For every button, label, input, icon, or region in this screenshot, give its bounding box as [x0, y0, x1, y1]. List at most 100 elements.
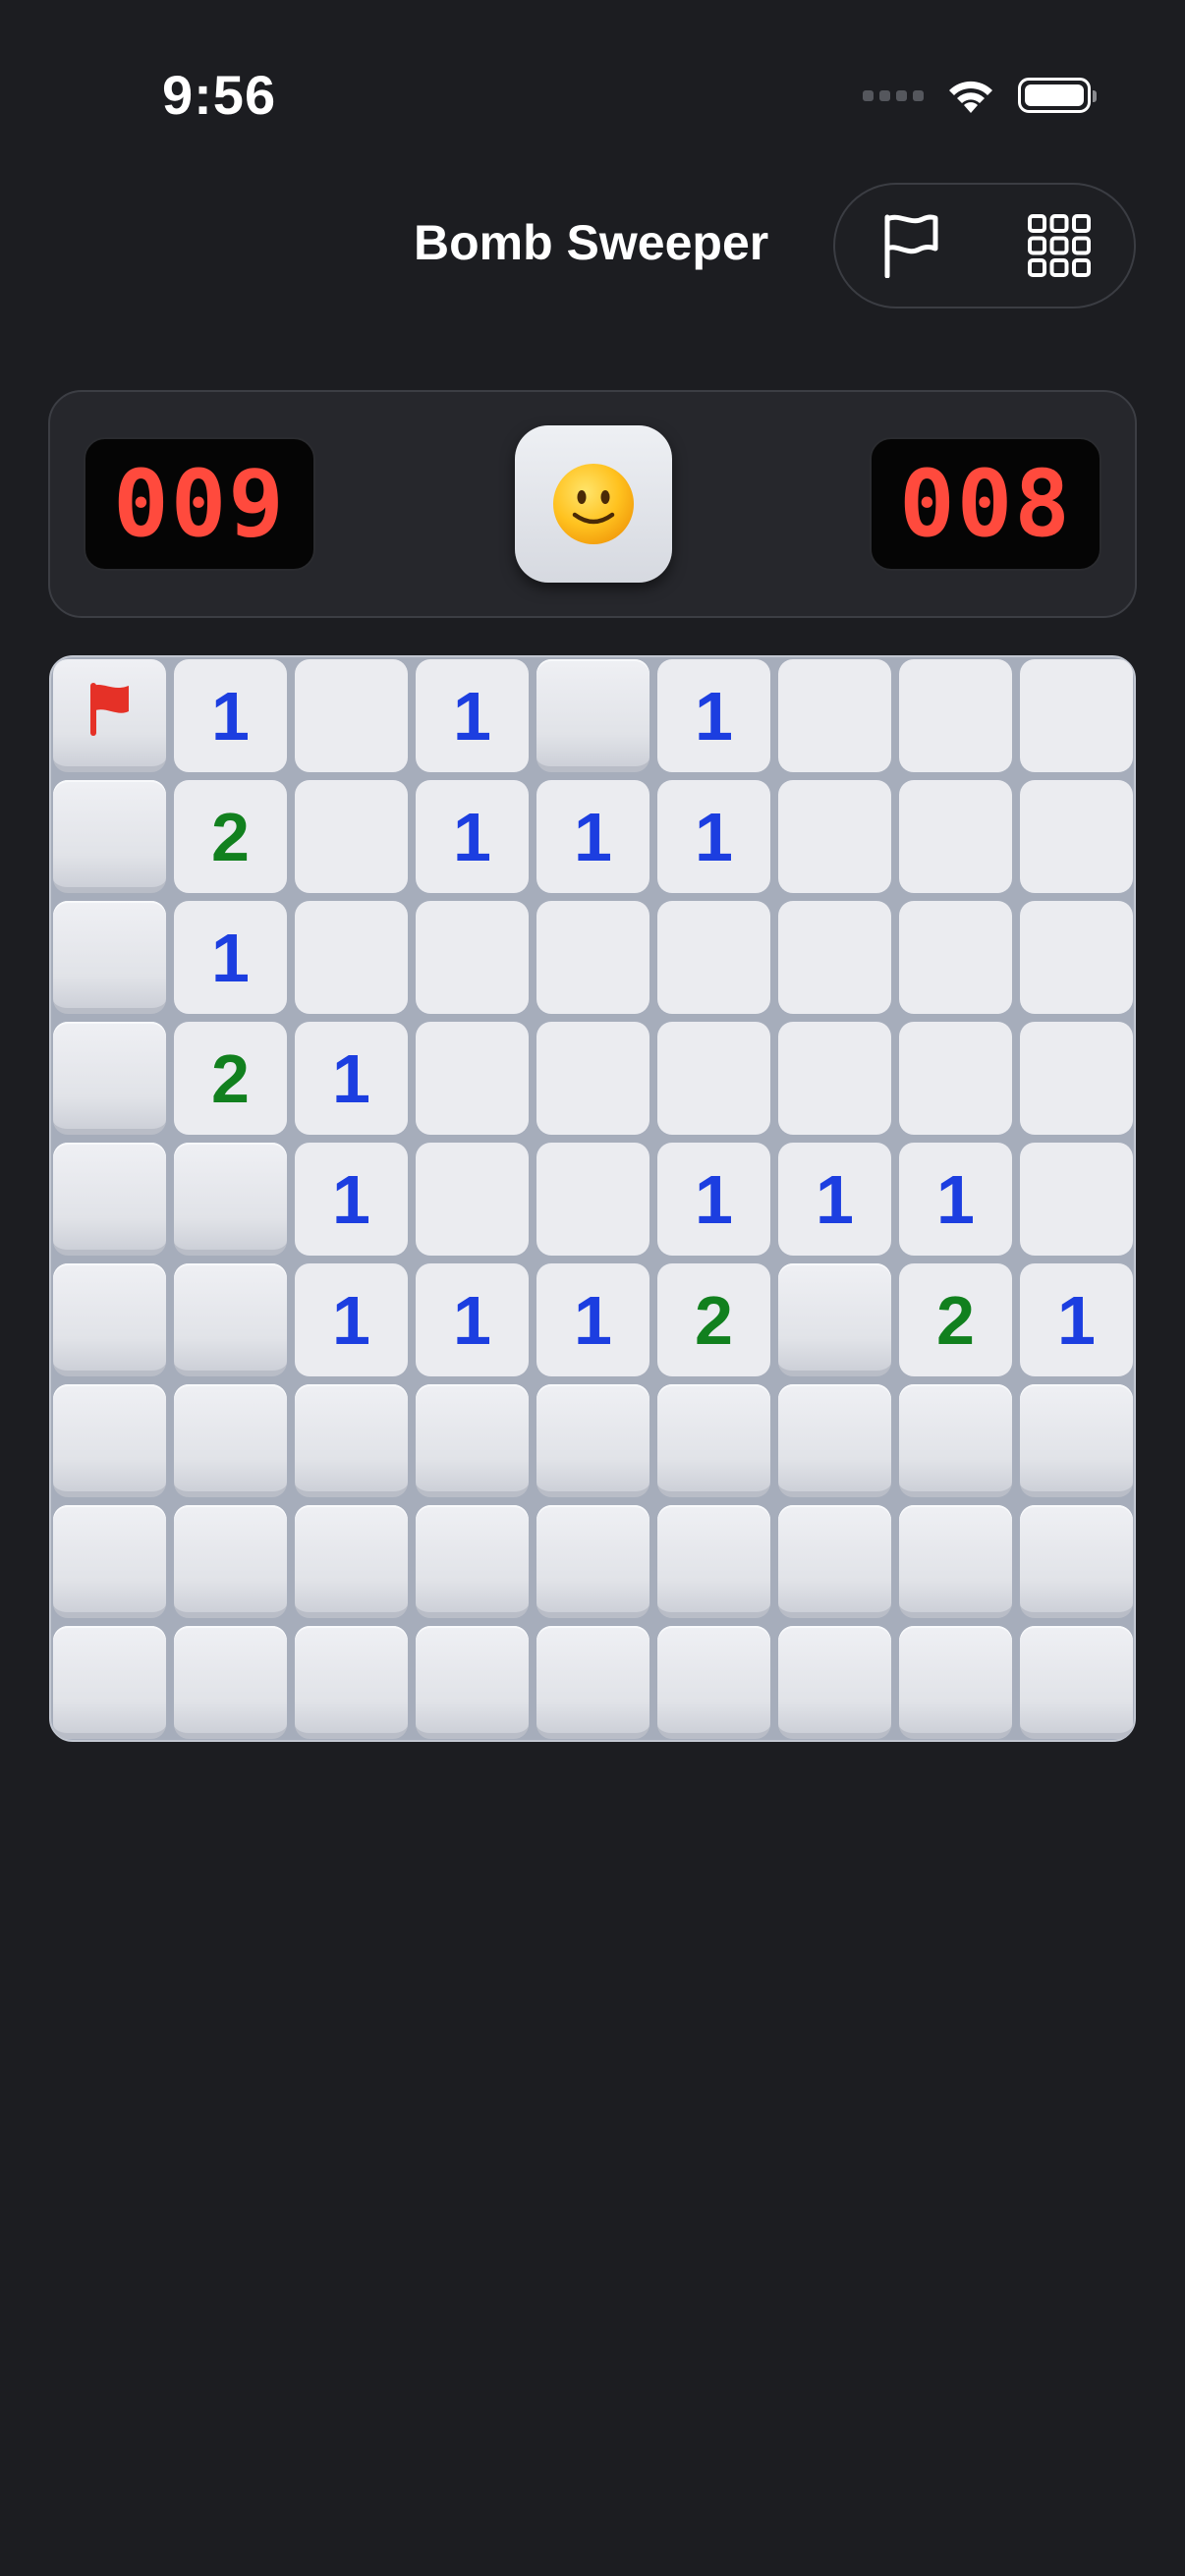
revealed-number-cell[interactable]: 1: [295, 1143, 408, 1256]
smiley-face-icon: [553, 464, 634, 544]
mines-remaining-counter: 009: [84, 437, 315, 571]
hidden-cell[interactable]: [295, 1384, 408, 1497]
nav-title: Bomb Sweeper: [414, 215, 769, 270]
revealed-number-cell[interactable]: 2: [174, 1022, 287, 1135]
cellular-signal-icon: [863, 89, 924, 101]
revealed-empty-cell[interactable]: [899, 780, 1012, 893]
hidden-cell[interactable]: [778, 1384, 891, 1497]
revealed-empty-cell[interactable]: [778, 1022, 891, 1135]
revealed-number-cell[interactable]: 2: [657, 1263, 770, 1376]
revealed-empty-cell[interactable]: [1020, 1022, 1133, 1135]
revealed-empty-cell[interactable]: [899, 659, 1012, 772]
hidden-cell[interactable]: [778, 1505, 891, 1618]
hidden-cell[interactable]: [416, 1505, 529, 1618]
hidden-cell[interactable]: [778, 1626, 891, 1739]
hidden-cell[interactable]: [53, 1384, 166, 1497]
hidden-cell[interactable]: [174, 1505, 287, 1618]
hidden-cell[interactable]: [174, 1626, 287, 1739]
hidden-cell[interactable]: [53, 1505, 166, 1618]
revealed-number-cell[interactable]: 1: [657, 780, 770, 893]
revealed-empty-cell[interactable]: [295, 901, 408, 1014]
flag-icon: [884, 214, 938, 278]
revealed-empty-cell[interactable]: [416, 1022, 529, 1135]
revealed-number-cell[interactable]: 2: [899, 1263, 1012, 1376]
revealed-empty-cell[interactable]: [536, 1143, 649, 1256]
revealed-empty-cell[interactable]: [657, 1022, 770, 1135]
revealed-number-cell[interactable]: 1: [416, 780, 529, 893]
revealed-number-cell[interactable]: 1: [536, 1263, 649, 1376]
hidden-cell[interactable]: [536, 659, 649, 772]
timer-counter: 008: [870, 437, 1101, 571]
hidden-cell[interactable]: [657, 1384, 770, 1497]
hidden-cell[interactable]: [416, 1384, 529, 1497]
hidden-cell[interactable]: [536, 1384, 649, 1497]
battery-icon: [1018, 78, 1097, 113]
hidden-cell[interactable]: [536, 1505, 649, 1618]
flagged-cell[interactable]: [53, 659, 166, 772]
revealed-empty-cell[interactable]: [899, 1022, 1012, 1135]
hidden-cell[interactable]: [899, 1384, 1012, 1497]
revealed-number-cell[interactable]: 1: [657, 659, 770, 772]
hidden-cell[interactable]: [416, 1626, 529, 1739]
revealed-number-cell[interactable]: 1: [174, 901, 287, 1014]
revealed-empty-cell[interactable]: [416, 901, 529, 1014]
hidden-cell[interactable]: [1020, 1626, 1133, 1739]
revealed-number-cell[interactable]: 1: [295, 1022, 408, 1135]
revealed-number-cell[interactable]: 1: [778, 1143, 891, 1256]
hidden-cell[interactable]: [53, 1263, 166, 1376]
hidden-cell[interactable]: [536, 1626, 649, 1739]
game-screen: 9:56 Bomb Sweeper 009 008 1 1 1 2 1 1 1 …: [0, 0, 1185, 2576]
hidden-cell[interactable]: [174, 1143, 287, 1256]
revealed-number-cell[interactable]: 1: [174, 659, 287, 772]
status-indicators: [863, 71, 1097, 120]
revealed-empty-cell[interactable]: [1020, 659, 1133, 772]
revealed-empty-cell[interactable]: [1020, 1143, 1133, 1256]
hidden-cell[interactable]: [778, 1263, 891, 1376]
revealed-empty-cell[interactable]: [295, 659, 408, 772]
revealed-number-cell[interactable]: 1: [899, 1143, 1012, 1256]
hidden-cell[interactable]: [174, 1263, 287, 1376]
revealed-empty-cell[interactable]: [778, 780, 891, 893]
hidden-cell[interactable]: [53, 1626, 166, 1739]
revealed-number-cell[interactable]: 1: [657, 1143, 770, 1256]
grid-size-button[interactable]: [1012, 198, 1106, 293]
revealed-empty-cell[interactable]: [295, 780, 408, 893]
revealed-empty-cell[interactable]: [1020, 780, 1133, 893]
revealed-number-cell[interactable]: 2: [174, 780, 287, 893]
revealed-number-cell[interactable]: 1: [1020, 1263, 1133, 1376]
revealed-empty-cell[interactable]: [657, 901, 770, 1014]
revealed-empty-cell[interactable]: [778, 901, 891, 1014]
hidden-cell[interactable]: [53, 1022, 166, 1135]
hidden-cell[interactable]: [53, 901, 166, 1014]
flag-mode-button[interactable]: [863, 198, 957, 293]
revealed-empty-cell[interactable]: [536, 901, 649, 1014]
revealed-number-cell[interactable]: 1: [295, 1263, 408, 1376]
reset-face-button[interactable]: [515, 425, 672, 583]
revealed-empty-cell[interactable]: [536, 1022, 649, 1135]
hidden-cell[interactable]: [174, 1384, 287, 1497]
flag-icon: [82, 674, 139, 753]
grid-icon: [1028, 214, 1091, 277]
nav-action-group: [833, 183, 1136, 308]
hidden-cell[interactable]: [53, 780, 166, 893]
status-time: 9:56: [162, 64, 277, 126]
hidden-cell[interactable]: [53, 1143, 166, 1256]
hidden-cell[interactable]: [1020, 1384, 1133, 1497]
revealed-empty-cell[interactable]: [899, 901, 1012, 1014]
revealed-number-cell[interactable]: 1: [416, 659, 529, 772]
revealed-empty-cell[interactable]: [778, 659, 891, 772]
hidden-cell[interactable]: [899, 1626, 1012, 1739]
revealed-empty-cell[interactable]: [1020, 901, 1133, 1014]
hidden-cell[interactable]: [899, 1505, 1012, 1618]
hidden-cell[interactable]: [657, 1505, 770, 1618]
revealed-number-cell[interactable]: 1: [536, 780, 649, 893]
wifi-icon: [945, 76, 996, 115]
hidden-cell[interactable]: [295, 1626, 408, 1739]
revealed-empty-cell[interactable]: [416, 1143, 529, 1256]
hidden-cell[interactable]: [657, 1626, 770, 1739]
revealed-number-cell[interactable]: 1: [416, 1263, 529, 1376]
hidden-cell[interactable]: [295, 1505, 408, 1618]
game-header-panel: 009 008: [48, 390, 1137, 618]
minefield-grid: 11121111211111111221: [49, 655, 1136, 1742]
hidden-cell[interactable]: [1020, 1505, 1133, 1618]
